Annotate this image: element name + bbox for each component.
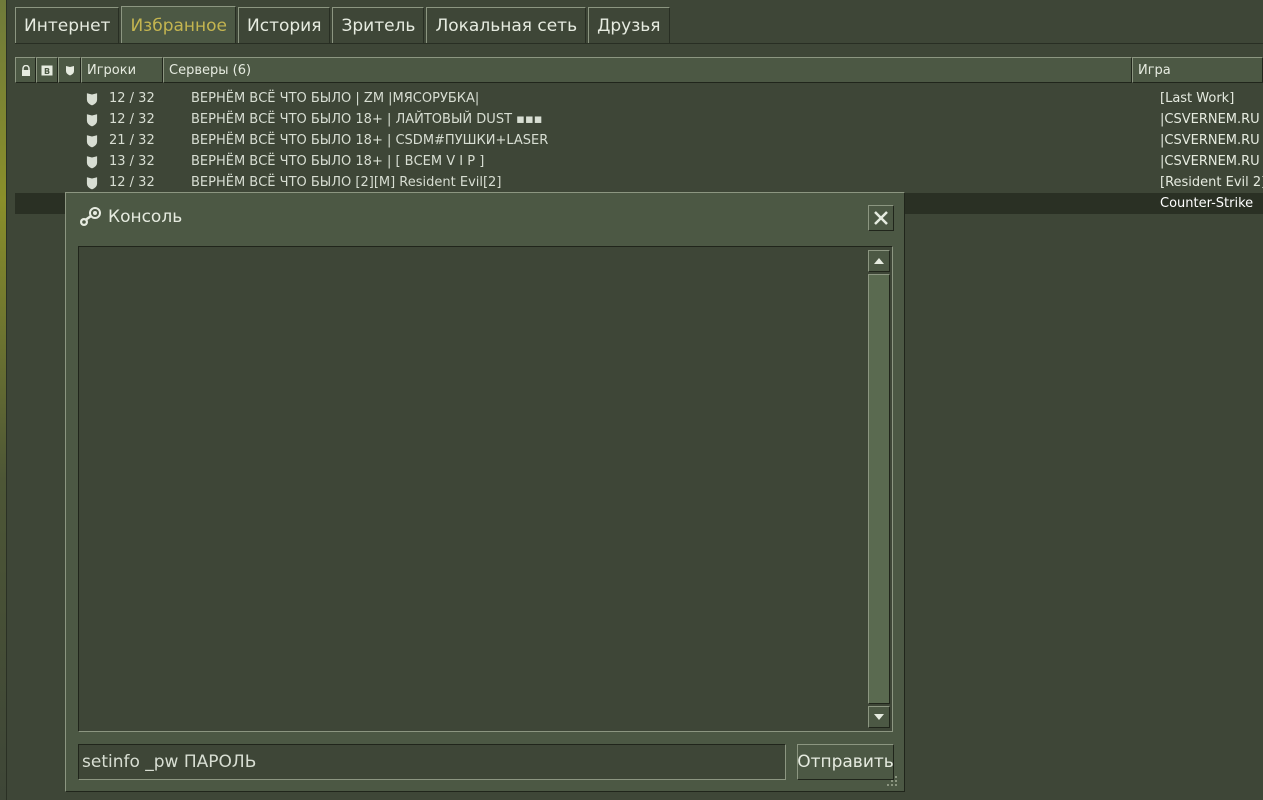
dialog-title: Консоль [108, 207, 183, 227]
player-count: 12 / 32 [109, 112, 155, 127]
dialog-titlebar[interactable]: Консоль [78, 205, 182, 229]
player-count: 21 / 32 [109, 133, 155, 148]
lock-icon [21, 64, 30, 76]
game-name: |CSVERNEM.RU [1160, 133, 1260, 148]
tab-lan[interactable]: Локальная сеть [426, 7, 587, 44]
column-label: Игроки [87, 62, 137, 78]
player-count: 13 / 32 [109, 154, 155, 169]
shield-icon [65, 65, 74, 75]
tab-label: История [247, 16, 322, 36]
server-list-header: B Игроки Серверы (6) Игра [15, 57, 1263, 83]
column-players[interactable]: Игроки [81, 57, 163, 83]
shield-icon [86, 113, 98, 126]
console-output[interactable] [78, 246, 893, 732]
tab-label: Локальная сеть [435, 16, 578, 36]
tab-label: Зритель [341, 16, 416, 36]
game-name: [Last Work] [1160, 91, 1235, 106]
console-scrollbar[interactable] [867, 248, 891, 730]
table-row[interactable]: 12 / 32 ВЕРНЁМ ВСЁ ЧТО БЫЛО | ZM |МЯСОРУ… [15, 88, 1263, 109]
game-name: Counter-Strike [1160, 196, 1254, 211]
server-name: ВЕРНЁМ ВСЁ ЧТО БЫЛО 18+ | ЛАЙТОВЫЙ DUST … [191, 112, 543, 127]
tab-spectate[interactable]: Зритель [332, 7, 425, 44]
column-label: Игра [1138, 62, 1171, 78]
tab-label: Интернет [24, 16, 111, 36]
player-count: 12 / 32 [109, 91, 155, 106]
shield-icon [86, 134, 98, 147]
table-row[interactable]: 13 / 32 ВЕРНЁМ ВСЁ ЧТО БЫЛО 18+ | [ ВСЕМ… [15, 151, 1263, 172]
shield-icon [86, 176, 98, 189]
column-label: Серверы (6) [169, 62, 252, 78]
game-name: [Resident Evil 2] [1160, 175, 1263, 190]
player-count: 12 / 32 [109, 175, 155, 190]
table-row[interactable]: 12 / 32 ВЕРНЁМ ВСЁ ЧТО БЫЛО 18+ | ЛАЙТОВ… [15, 109, 1263, 130]
tab-divider [15, 43, 1263, 44]
vac-icon: B [41, 65, 53, 76]
game-name: |CSVERNEM.RU [1160, 112, 1260, 127]
server-name: ВЕРНЁМ ВСЁ ЧТО БЫЛО | ZM |МЯСОРУБКА| [191, 91, 480, 106]
server-name: ВЕРНЁМ ВСЁ ЧТО БЫЛО 18+ | CSDM#ПУШКИ+LAS… [191, 133, 549, 148]
scroll-up-button[interactable] [868, 250, 890, 272]
column-game[interactable]: Игра [1132, 57, 1263, 83]
arrow-down-icon [874, 714, 884, 720]
send-button[interactable]: Отправить [797, 744, 894, 780]
command-input[interactable] [78, 744, 786, 780]
tab-favorites[interactable]: Избранное [121, 6, 237, 44]
server-name: ВЕРНЁМ ВСЁ ЧТО БЫЛО 18+ | [ ВСЕМ V I P ] [191, 154, 485, 169]
table-row[interactable]: 21 / 32 ВЕРНЁМ ВСЁ ЧТО БЫЛО 18+ | CSDM#П… [15, 130, 1263, 151]
arrow-up-icon [874, 258, 884, 264]
resize-grip-icon[interactable] [886, 775, 898, 787]
server-name: ВЕРНЁМ ВСЁ ЧТО БЫЛО [2][M] Resident Evil… [191, 175, 502, 190]
send-button-label: Отправить [797, 752, 894, 772]
tab-label: Друзья [597, 16, 661, 36]
column-vac[interactable]: B [36, 57, 58, 83]
svg-text:B: B [44, 67, 50, 76]
shield-icon [86, 92, 98, 105]
column-servers[interactable]: Серверы (6) [163, 57, 1132, 83]
close-icon [874, 211, 888, 225]
table-row[interactable]: 12 / 32 ВЕРНЁМ ВСЁ ЧТО БЫЛО [2][M] Resid… [15, 172, 1263, 193]
tab-history[interactable]: История [238, 7, 331, 44]
shield-icon [86, 155, 98, 168]
tab-bar: Интернет Избранное История Зритель Локал… [15, 6, 1263, 44]
steam-icon [80, 207, 101, 226]
column-password[interactable] [15, 57, 36, 83]
console-dialog: Консоль Отправить [65, 192, 905, 792]
tab-label: Избранное [130, 15, 228, 36]
tab-friends[interactable]: Друзья [588, 7, 670, 44]
scroll-down-button[interactable] [868, 706, 890, 728]
close-button[interactable] [868, 205, 894, 231]
tab-internet[interactable]: Интернет [15, 7, 120, 44]
game-name: |CSVERNEM.RU [1160, 154, 1260, 169]
scrollbar-thumb[interactable] [868, 274, 890, 704]
column-secure[interactable] [58, 57, 81, 83]
